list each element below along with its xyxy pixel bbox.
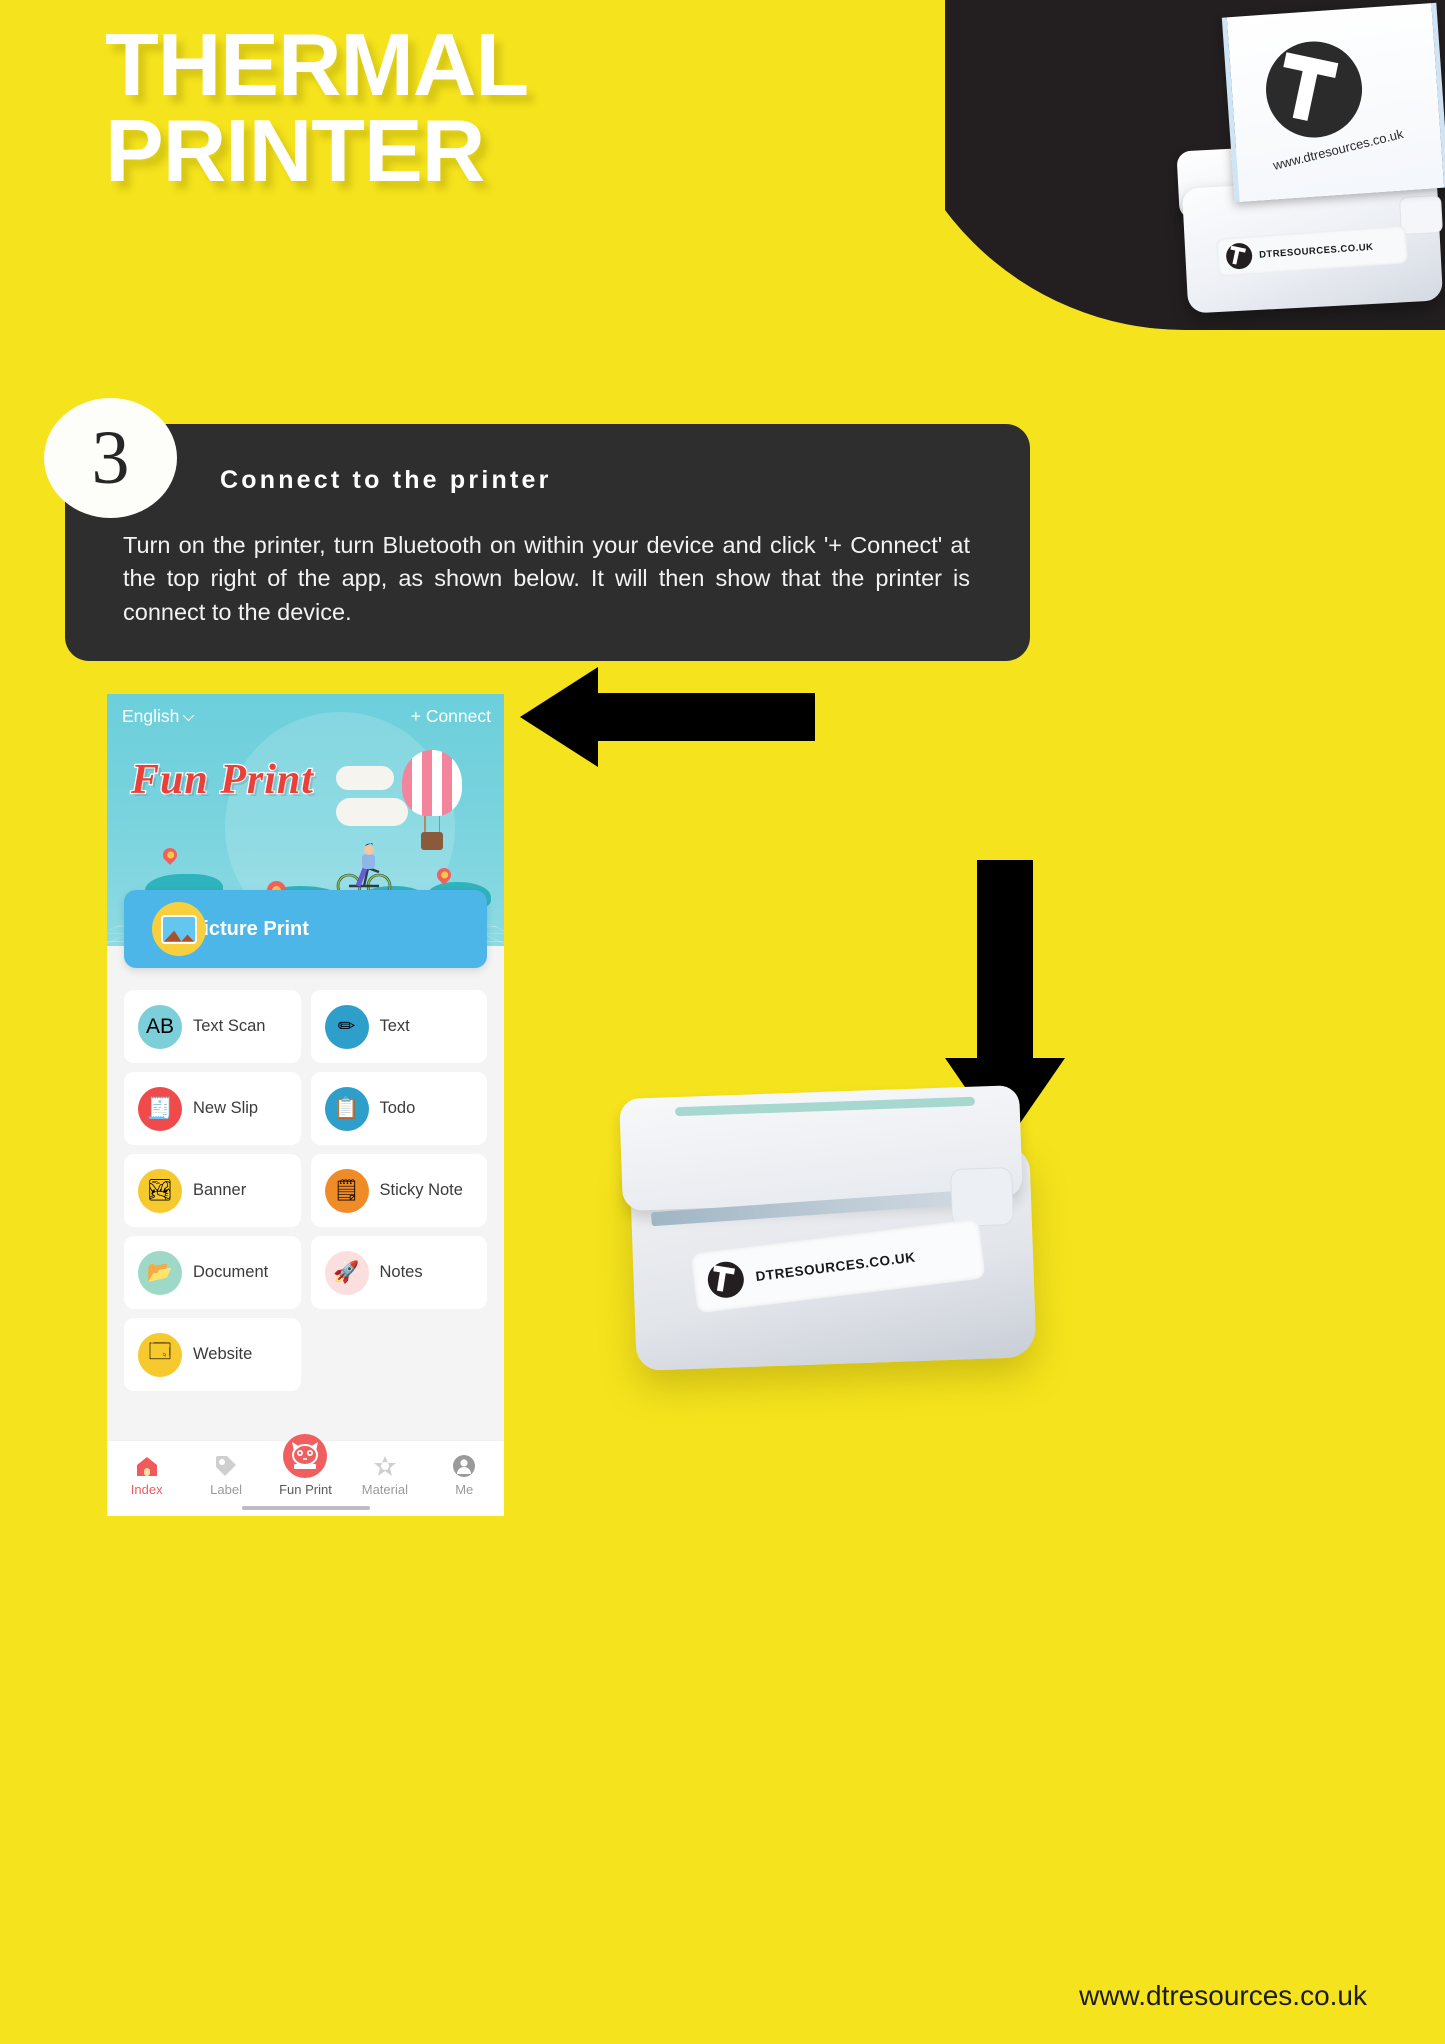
- cat-icon: [283, 1434, 328, 1478]
- step-card: Connect to the printer Turn on the print…: [65, 424, 1030, 662]
- nav-item-fun-print[interactable]: Fun Print: [270, 1434, 340, 1497]
- feature-tile-document[interactable]: 📂 Document: [124, 1236, 301, 1309]
- rocket-icon: 🚀: [324, 1250, 369, 1295]
- printer-label-text: DTRESOURCES.CO.UK: [754, 1249, 917, 1284]
- pencil-icon: ✏: [324, 1004, 369, 1049]
- feature-tile-label: Text: [379, 1017, 410, 1035]
- app-brand-logo: Fun Print: [130, 756, 314, 805]
- hot-air-balloon-icon: [402, 750, 462, 850]
- star-icon: [373, 1451, 397, 1478]
- dt-logo-icon: [1225, 242, 1254, 270]
- language-label: English: [122, 706, 180, 726]
- feature-tile-label: Text Scan: [193, 1017, 266, 1035]
- nav-item-label: Index: [130, 1482, 163, 1497]
- translate-chat-icon: AB: [138, 1004, 182, 1049]
- picture-print-button[interactable]: Picture Print: [124, 890, 487, 968]
- home-indicator: [241, 1506, 370, 1510]
- language-selector[interactable]: English: [122, 706, 195, 727]
- page-title-line-2: PRINTER: [105, 101, 485, 201]
- bottom-navigation: Index Label Fun Print Material Me: [107, 1434, 504, 1516]
- nav-item-me[interactable]: Me: [429, 1451, 499, 1497]
- step-body-text: Turn on the printer, turn Bluetooth on w…: [123, 532, 970, 625]
- page-title-line-1: THERMAL: [105, 15, 529, 114]
- nav-item-label: Me: [455, 1482, 474, 1497]
- banner-board-icon: 🏞: [138, 1168, 182, 1213]
- tag-icon: [214, 1451, 238, 1478]
- feature-tile-grid: AB Text Scan ✏ Text 🧾 New Slip 📋 Todo 🏞 Banner 🗒 St…: [107, 976, 504, 1391]
- nav-item-label[interactable]: Label: [191, 1451, 261, 1497]
- feature-tile-text-scan[interactable]: AB Text Scan: [124, 990, 301, 1063]
- feature-tile-todo[interactable]: 📋 Todo: [310, 1072, 487, 1145]
- dt-logo-icon: [1262, 38, 1366, 141]
- clipboard-icon: 📋: [324, 1086, 369, 1131]
- folder-icon: 📂: [138, 1250, 182, 1295]
- home-icon: [135, 1451, 159, 1478]
- feature-tile-notes[interactable]: 🚀 Notes: [310, 1236, 487, 1309]
- browser-window-icon: 🗔: [138, 1332, 182, 1377]
- printer-photo-top: www.dtresources.co.uk DTRESOURCES.CO.UK: [945, 0, 1445, 330]
- app-screenshot: English + Connect Fun Print Picture Prin…: [107, 694, 504, 1516]
- printer-photo-bottom: DTRESOURCES.CO.UK: [615, 1060, 1055, 1400]
- nav-item-label: Fun Print: [279, 1482, 332, 1497]
- feature-tile-label: Banner: [193, 1181, 247, 1199]
- dt-logo-icon: [705, 1259, 746, 1300]
- cloud-shape: [336, 798, 408, 826]
- printer-label-text: DTRESOURCES.CO.UK: [1258, 241, 1374, 261]
- person-icon: [452, 1451, 476, 1478]
- map-pin-icon: [160, 845, 180, 865]
- printer-power-button: [1399, 194, 1443, 236]
- page-title: THERMAL PRINTER: [105, 21, 725, 201]
- feature-tile-label: Document: [193, 1263, 269, 1281]
- nav-item-material[interactable]: Material: [350, 1451, 420, 1497]
- picture-icon: [152, 902, 206, 956]
- nav-item-label: Material: [361, 1482, 408, 1497]
- cloud-shape: [336, 766, 394, 790]
- arrow-left-icon: [520, 667, 815, 767]
- nav-item-index[interactable]: Index: [112, 1451, 182, 1497]
- feature-tile-website[interactable]: 🗔 Website: [124, 1318, 301, 1391]
- feature-tile-sticky-note[interactable]: 🗒 Sticky Note: [310, 1154, 487, 1227]
- picture-print-label: Picture Print: [190, 917, 309, 940]
- feature-tile-label: Todo: [379, 1099, 416, 1117]
- sticky-note-icon: 🗒: [324, 1168, 369, 1213]
- app-topbar: English + Connect: [107, 694, 504, 727]
- step-heading: Connect to the printer: [220, 466, 552, 494]
- nav-item-label: Label: [210, 1482, 242, 1497]
- feature-tile-label: New Slip: [193, 1099, 259, 1117]
- chevron-down-icon: [183, 709, 195, 721]
- receipt-url-text: www.dtresources.co.uk: [1271, 125, 1405, 173]
- feature-tile-banner[interactable]: 🏞 Banner: [124, 1154, 301, 1227]
- feature-tile-label: Website: [193, 1345, 253, 1363]
- feature-tile-text[interactable]: ✏ Text: [310, 990, 487, 1063]
- printer-power-button: [950, 1166, 1014, 1228]
- feature-tile-new-slip[interactable]: 🧾 New Slip: [124, 1072, 301, 1145]
- step-number-badge: 3: [44, 398, 177, 518]
- feature-tile-label: Sticky Note: [379, 1181, 463, 1199]
- footer-website-url: www.dtresources.co.uk: [1079, 1980, 1367, 2011]
- feature-tile-label: Notes: [379, 1263, 423, 1281]
- printed-receipt: www.dtresources.co.uk: [1221, 2, 1445, 203]
- connect-button[interactable]: + Connect: [411, 706, 491, 727]
- receipt-icon: 🧾: [138, 1086, 182, 1131]
